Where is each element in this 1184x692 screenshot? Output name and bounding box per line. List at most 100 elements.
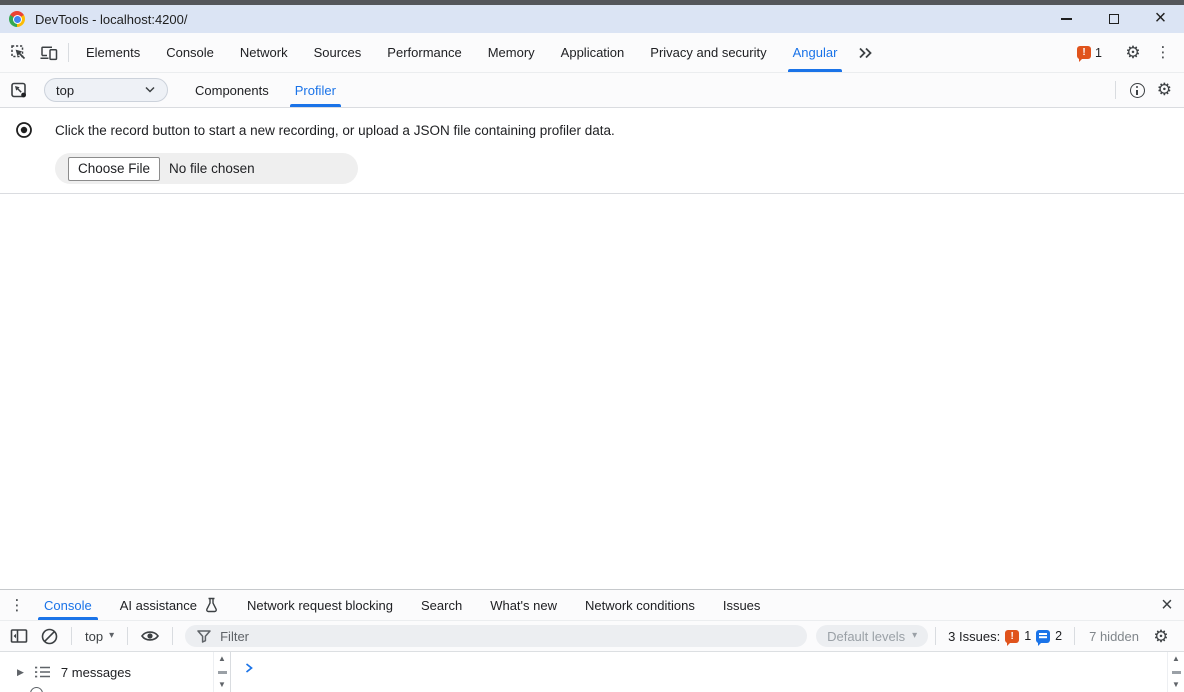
- sidebar-toggle-icon: [9, 627, 29, 645]
- clipped-sidebar-icon: [30, 687, 43, 692]
- scroll-up-icon[interactable]: ▲: [218, 655, 226, 663]
- tab-label: Memory: [488, 45, 535, 60]
- console-settings-button[interactable]: ⚙: [1146, 628, 1176, 645]
- profiler-empty-area: [0, 194, 1184, 589]
- record-row: Click the record button to start a new r…: [15, 121, 1184, 139]
- drawer-tab-network-request-blocking[interactable]: Network request blocking: [233, 590, 407, 620]
- toolbar-separator: [1074, 627, 1075, 645]
- drawer-tab-network-conditions[interactable]: Network conditions: [571, 590, 709, 620]
- tab-label: Sources: [314, 45, 362, 60]
- frame-selector-value: top: [56, 83, 74, 98]
- angular-element-picker-button[interactable]: [4, 73, 34, 107]
- messages-count-label[interactable]: 7 messages: [61, 665, 131, 680]
- gear-icon: ⚙: [1125, 44, 1140, 61]
- drawer-tab-issues[interactable]: Issues: [709, 590, 775, 620]
- drawer: ⋮ Console AI assistance Network request …: [0, 589, 1184, 692]
- drawer-menu-button[interactable]: ⋮: [4, 590, 30, 620]
- scrollbar-thumb[interactable]: [218, 671, 227, 674]
- maximize-button[interactable]: [1090, 5, 1137, 33]
- tab-label: Search: [421, 598, 462, 613]
- filter-input[interactable]: [220, 629, 796, 644]
- tab-console[interactable]: Console: [153, 33, 227, 72]
- tab-components[interactable]: Components: [182, 73, 282, 107]
- tab-privacy-and-security[interactable]: Privacy and security: [637, 33, 779, 72]
- choose-file-button[interactable]: Choose File: [68, 157, 160, 181]
- drawer-tab-whats-new[interactable]: What's new: [476, 590, 571, 620]
- issues-summary[interactable]: 3 Issues: ! 1 2: [943, 629, 1067, 644]
- scrollbar-thumb[interactable]: [1172, 671, 1181, 674]
- tab-label: Performance: [387, 45, 461, 60]
- chrome-logo-icon: [9, 11, 25, 27]
- tab-label: Console: [166, 45, 214, 60]
- drawer-tab-bar: ⋮ Console AI assistance Network request …: [0, 590, 1184, 621]
- tab-label: Network request blocking: [247, 598, 393, 613]
- live-expression-button[interactable]: [135, 628, 165, 644]
- main-menu-button[interactable]: ⋮: [1148, 45, 1178, 60]
- toolbar-separator: [1115, 81, 1116, 99]
- record-button[interactable]: [15, 121, 33, 139]
- tab-label: Profiler: [295, 83, 336, 98]
- window-controls: ×: [1043, 5, 1184, 33]
- page-error-count: 1: [1024, 629, 1031, 643]
- clear-icon: [40, 627, 59, 646]
- issues-label: 3 Issues:: [948, 629, 1000, 644]
- drawer-tab-ai-assistance[interactable]: AI assistance: [106, 590, 233, 620]
- expand-triangle-icon[interactable]: ▶: [17, 667, 24, 678]
- console-filter[interactable]: [185, 625, 807, 647]
- window-title: DevTools - localhost:4200/: [35, 12, 187, 27]
- tab-performance[interactable]: Performance: [374, 33, 474, 72]
- gear-icon: ⚙: [1153, 628, 1168, 645]
- settings-button[interactable]: ⚙: [1118, 44, 1148, 61]
- drawer-tab-console[interactable]: Console: [30, 590, 106, 620]
- tab-network[interactable]: Network: [227, 33, 301, 72]
- device-toolbar-button[interactable]: [34, 33, 64, 72]
- inspect-element-button[interactable]: [4, 33, 34, 72]
- info-button[interactable]: [1130, 83, 1145, 98]
- gear-icon: ⚙: [1157, 80, 1172, 99]
- tab-label: Privacy and security: [650, 45, 766, 60]
- angular-settings-button[interactable]: ⚙: [1157, 81, 1172, 100]
- close-button[interactable]: ×: [1137, 5, 1184, 33]
- frame-selector[interactable]: top: [44, 78, 168, 102]
- drawer-tab-search[interactable]: Search: [407, 590, 476, 620]
- tab-sources[interactable]: Sources: [301, 33, 375, 72]
- tab-angular[interactable]: Angular: [780, 33, 851, 72]
- prompt-chevron-icon: [244, 662, 254, 674]
- console-prompt[interactable]: [231, 652, 1167, 692]
- console-sidebar-toggle-button[interactable]: [4, 627, 34, 645]
- log-levels-selector[interactable]: Default levels ▾: [816, 625, 928, 647]
- close-icon: ×: [1155, 8, 1167, 28]
- tab-label: Components: [195, 83, 269, 98]
- tab-application[interactable]: Application: [548, 33, 638, 72]
- titlebar: DevTools - localhost:4200/ ×: [0, 5, 1184, 33]
- scroll-up-icon[interactable]: ▲: [1172, 655, 1180, 663]
- file-input[interactable]: Choose File No file chosen: [55, 153, 358, 184]
- errors-badge[interactable]: ! 1: [1070, 46, 1109, 60]
- dropdown-arrow-icon: ▾: [109, 631, 114, 641]
- drawer-close-button[interactable]: ×: [1150, 590, 1184, 620]
- file-row: Choose File No file chosen: [55, 153, 1184, 184]
- issue-bubble-icon: [1036, 630, 1050, 643]
- clear-console-button[interactable]: [34, 627, 64, 646]
- eye-icon: [140, 628, 160, 644]
- tab-label: Application: [561, 45, 625, 60]
- scroll-down-icon[interactable]: ▼: [218, 681, 226, 689]
- more-tabs-button[interactable]: [850, 33, 880, 72]
- console-scrollbar[interactable]: ▲ ▼: [1167, 652, 1184, 692]
- sidebar-scrollbar[interactable]: ▲ ▼: [213, 652, 230, 692]
- tab-label: Elements: [86, 45, 140, 60]
- console-sidebar: ▶ 7 messages: [0, 652, 213, 692]
- scroll-down-icon[interactable]: ▼: [1172, 681, 1180, 689]
- levels-value: Default levels: [827, 629, 905, 644]
- funnel-icon: [196, 628, 212, 644]
- toolbar-separator: [68, 43, 69, 62]
- console-context-selector[interactable]: top ▾: [79, 629, 120, 644]
- tab-label: Issues: [723, 598, 761, 613]
- close-icon: ×: [1161, 594, 1173, 617]
- tab-elements[interactable]: Elements: [73, 33, 153, 72]
- dropdown-arrow-icon: ▾: [912, 631, 917, 641]
- tab-memory[interactable]: Memory: [475, 33, 548, 72]
- tab-profiler[interactable]: Profiler: [282, 73, 349, 107]
- minimize-button[interactable]: [1043, 5, 1090, 33]
- kebab-icon: ⋮: [10, 598, 25, 613]
